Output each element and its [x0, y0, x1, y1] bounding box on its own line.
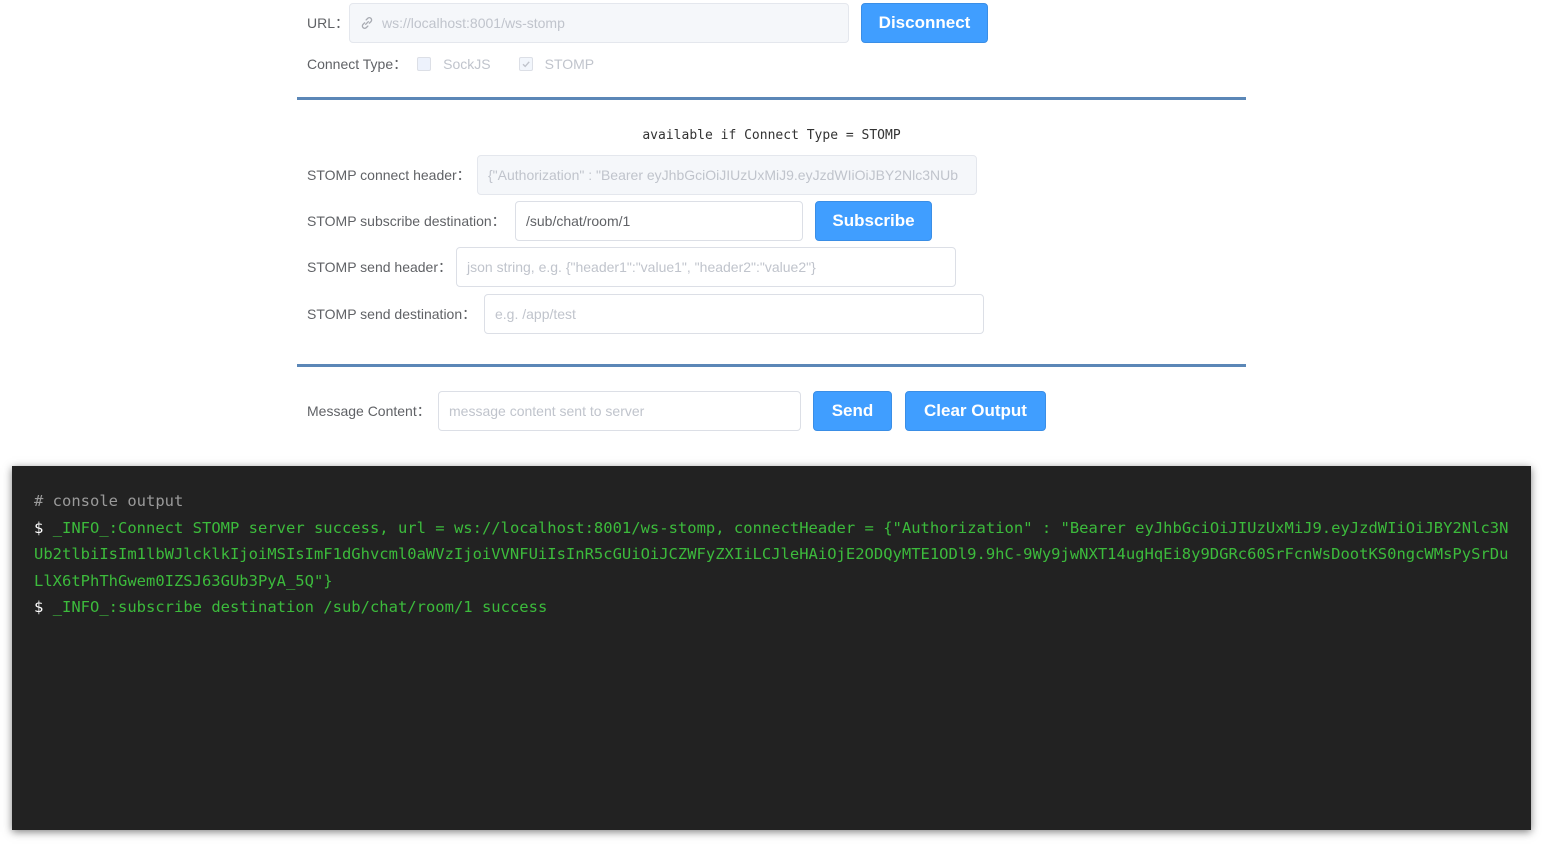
send-header-label: STOMP send header： [307, 259, 453, 275]
send-button[interactable]: Send [813, 391, 892, 431]
console-line-text: _INFO_:Connect STOMP server success, url… [34, 518, 1509, 590]
console-line: $ _INFO_:Connect STOMP server success, u… [34, 515, 1509, 595]
connect-header-row: STOMP connect header： [307, 155, 471, 195]
section-divider [297, 364, 1246, 367]
send-destination-label: STOMP send destination： [307, 306, 477, 322]
console-line-text: _INFO_:subscribe destination /sub/chat/r… [52, 598, 548, 616]
section-divider [297, 97, 1246, 100]
message-content-row: Message Content： [307, 391, 431, 431]
subscribe-destination-input[interactable]: /sub/chat/room/1 [515, 201, 803, 241]
message-content-label: Message Content： [307, 403, 431, 419]
send-header-row: STOMP send header： [307, 247, 452, 287]
sockjs-label: SockJS [443, 56, 491, 72]
subscribe-button[interactable]: Subscribe [815, 201, 932, 241]
send-destination-row: STOMP send destination： [307, 294, 476, 334]
subscribe-destination-value: /sub/chat/room/1 [526, 213, 631, 229]
send-header-input[interactable]: json string, e.g. {"header1":"value1", "… [456, 247, 956, 287]
send-destination-input[interactable]: e.g. /app/test [484, 294, 984, 334]
connect-header-value: {"Authorization" : "Bearer eyJhbGciOiJIU… [488, 167, 959, 183]
console-prompt: $ [34, 598, 44, 616]
message-content-input[interactable]: message content sent to server [438, 391, 801, 431]
console-title: # console output [34, 492, 184, 510]
link-icon [360, 16, 374, 30]
connect-type-row: Connect Type： SockJS STOMP [307, 53, 622, 75]
console-line: $ _INFO_:subscribe destination /sub/chat… [34, 594, 1509, 621]
console-output: # console output $ _INFO_:Connect STOMP … [12, 466, 1531, 830]
stomp-label: STOMP [544, 56, 595, 72]
subscribe-destination-row: STOMP subscribe destination： [307, 201, 506, 241]
url-input[interactable]: ws://localhost:8001/ws-stomp [349, 3, 849, 43]
url-row: URL： [307, 3, 349, 43]
send-header-placeholder: json string, e.g. {"header1":"value1", "… [467, 259, 816, 275]
sockjs-checkbox[interactable] [417, 57, 432, 71]
connect-header-label: STOMP connect header： [307, 167, 471, 183]
stomp-hint: available if Connect Type = STOMP [642, 128, 901, 143]
disconnect-button[interactable]: Disconnect [861, 3, 988, 43]
send-destination-placeholder: e.g. /app/test [495, 306, 576, 322]
checkmark-icon [522, 61, 530, 68]
message-content-placeholder: message content sent to server [449, 403, 645, 419]
url-label: URL： [307, 15, 350, 31]
url-value: ws://localhost:8001/ws-stomp [382, 15, 565, 31]
connect-type-label: Connect Type： [307, 56, 408, 72]
subscribe-destination-label: STOMP subscribe destination： [307, 213, 506, 229]
stomp-checkbox[interactable] [518, 57, 533, 71]
console-prompt: $ [34, 518, 44, 537]
clear-output-button[interactable]: Clear Output [905, 391, 1046, 431]
connect-header-input[interactable]: {"Authorization" : "Bearer eyJhbGciOiJIU… [477, 155, 977, 195]
